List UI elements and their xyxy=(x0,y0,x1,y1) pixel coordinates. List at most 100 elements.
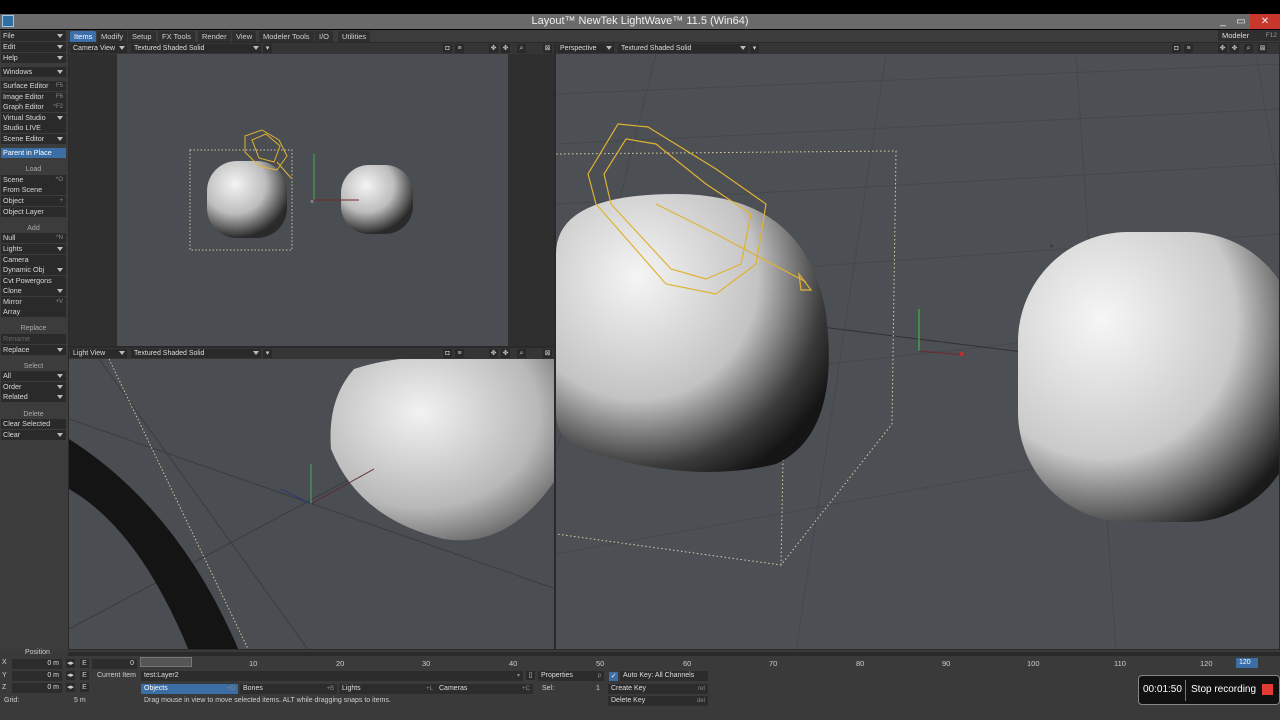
z-position-field[interactable]: 0 m xyxy=(12,683,62,693)
chevron-down-icon[interactable]: ▾ xyxy=(750,44,759,53)
camera-icon[interactable]: ◘ xyxy=(1172,44,1181,53)
keyframe-arrows-icon[interactable]: ◂▸ xyxy=(66,659,75,668)
render-mode-dropdown[interactable]: Textured Shaded Solid xyxy=(618,44,748,53)
lights-filter-button[interactable]: Lights +L xyxy=(339,684,436,694)
cvt-powergons-button[interactable]: Cvt Powergons xyxy=(1,276,66,286)
surface-editor-button[interactable]: Surface Editor F5 xyxy=(1,81,66,91)
current-frame-field[interactable]: 0 xyxy=(92,659,137,669)
keyframe-arrows-icon[interactable]: ◂▸ xyxy=(66,671,75,680)
y-position-field[interactable]: 0 m xyxy=(12,671,62,681)
move-view-icon[interactable]: ✥ xyxy=(489,349,498,358)
x-position-field[interactable]: 0 m xyxy=(12,659,62,669)
rename-button[interactable]: Rename xyxy=(1,334,66,344)
move-view-icon[interactable]: ✥ xyxy=(1218,44,1227,53)
timeline[interactable]: Position 0 10 20 30 40 50 60 70 80 90 10… xyxy=(0,649,1280,670)
graph-editor-button[interactable]: Graph Editor ^F2 xyxy=(1,102,66,112)
bones-filter-button[interactable]: Bones +B xyxy=(240,684,337,694)
load-object-button[interactable]: Object + xyxy=(1,196,66,206)
tab-fx-tools[interactable]: FX Tools xyxy=(158,31,196,42)
chevron-down-icon[interactable]: ▾ xyxy=(263,44,272,53)
select-all-menu[interactable]: All xyxy=(1,371,66,381)
create-key-button[interactable]: Create Key ret xyxy=(608,684,708,694)
scene-editor-menu[interactable]: Scene Editor xyxy=(1,134,66,144)
maximize-icon[interactable]: ⊠ xyxy=(1258,44,1267,53)
help-menu[interactable]: Help xyxy=(1,53,66,63)
stop-record-icon[interactable] xyxy=(1262,684,1273,695)
select-related-menu[interactable]: Related xyxy=(1,392,66,402)
tab-modify[interactable]: Modify xyxy=(97,31,128,42)
end-frame-field[interactable]: 120 xyxy=(1236,658,1258,668)
mirror-button[interactable]: Mirror +V xyxy=(1,297,66,307)
load-scene-button[interactable]: Scene ^O xyxy=(1,175,66,185)
edit-menu[interactable]: Edit xyxy=(1,42,66,52)
auto-key-dropdown[interactable]: Auto Key: All Channels xyxy=(620,671,708,681)
tab-io[interactable]: I/O xyxy=(315,31,334,42)
list-icon[interactable]: ≡ xyxy=(1184,44,1193,53)
studio-live-button[interactable]: Studio LIVE xyxy=(1,123,66,133)
load-from-scene-button[interactable]: From Scene xyxy=(1,185,66,195)
select-order-menu[interactable]: Order xyxy=(1,382,66,392)
add-null-button[interactable]: Null ^N xyxy=(1,233,66,243)
zoom-icon[interactable]: ⌕ xyxy=(517,349,526,358)
tab-items[interactable]: Items xyxy=(70,31,97,42)
file-menu[interactable]: File xyxy=(1,31,66,41)
add-camera-button[interactable]: Camera xyxy=(1,255,66,265)
rotate-view-icon[interactable]: ✥ xyxy=(501,349,510,358)
windows-menu[interactable]: Windows xyxy=(1,67,66,77)
cameras-filter-button[interactable]: Cameras +C xyxy=(436,684,533,694)
render-mode-dropdown[interactable]: Textured Shaded Solid xyxy=(131,44,261,53)
properties-button[interactable]: Properties p xyxy=(538,671,604,681)
restore-button[interactable]: ▭ xyxy=(1230,14,1252,29)
auto-key-checkbox[interactable]: ✓ xyxy=(609,672,618,681)
timeline-track[interactable] xyxy=(68,652,1280,656)
add-lights-menu[interactable]: Lights xyxy=(1,244,66,254)
view-type-dropdown[interactable]: Perspective xyxy=(557,44,614,53)
chevron-down-icon[interactable]: ▾ xyxy=(263,349,272,358)
load-object-layer-button[interactable]: Object Layer xyxy=(1,207,66,217)
clone-menu[interactable]: Clone xyxy=(1,286,66,296)
move-view-icon[interactable]: ✥ xyxy=(489,44,498,53)
objects-filter-button[interactable]: Objects +O xyxy=(141,684,238,694)
clear-menu[interactable]: Clear xyxy=(1,430,66,440)
modeler-button[interactable]: Modeler F12 xyxy=(1218,30,1280,41)
screen-recorder-overlay[interactable]: 00:01:50 Stop recording xyxy=(1138,675,1280,705)
camera-icon[interactable]: ◘ xyxy=(443,349,452,358)
perspective-viewport[interactable]: Perspective Textured Shaded Solid ▾ ◘ ≡ … xyxy=(555,42,1280,650)
list-icon[interactable]: ≡ xyxy=(455,349,464,358)
tab-utilities[interactable]: Utilities xyxy=(338,31,371,42)
rotate-view-icon[interactable]: ✥ xyxy=(1230,44,1239,53)
timeline-slider-handle[interactable] xyxy=(140,657,192,667)
zoom-icon[interactable]: ⌕ xyxy=(517,44,526,53)
delete-key-button[interactable]: Delete Key del xyxy=(608,696,708,706)
replace-menu[interactable]: Replace xyxy=(1,345,66,355)
rotate-view-icon[interactable]: ✥ xyxy=(501,44,510,53)
camera-icon[interactable]: ◘ xyxy=(443,44,452,53)
e-toggle[interactable]: E xyxy=(80,671,89,680)
array-button[interactable]: Array xyxy=(1,307,66,317)
stop-recording-button[interactable]: Stop recording xyxy=(1191,684,1256,695)
keyframe-arrows-icon[interactable]: ◂▸ xyxy=(66,683,75,692)
image-editor-button[interactable]: Image Editor F6 xyxy=(1,92,66,102)
maximize-icon[interactable]: ⊠ xyxy=(543,349,552,358)
list-icon[interactable]: ≡ xyxy=(455,44,464,53)
parent-in-place-toggle[interactable]: Parent in Place xyxy=(1,148,66,158)
view-type-dropdown[interactable]: Light View xyxy=(70,349,127,358)
light-viewport[interactable]: Light View Textured Shaded Solid ▾ ◘ ≡ ✥… xyxy=(68,347,555,650)
clear-selected-button[interactable]: Clear Selected xyxy=(1,419,66,429)
current-item-dropdown[interactable]: test:Layer2 ▾ xyxy=(141,671,523,681)
lock-icon[interactable]: ▯ xyxy=(526,671,535,680)
dynamic-obj-menu[interactable]: Dynamic Obj xyxy=(1,265,66,275)
tab-modeler-tools[interactable]: Modeler Tools xyxy=(259,31,314,42)
tab-setup[interactable]: Setup xyxy=(128,31,156,42)
zoom-icon[interactable]: ⌕ xyxy=(1244,44,1253,53)
tab-render[interactable]: Render xyxy=(198,31,231,42)
render-mode-dropdown[interactable]: Textured Shaded Solid xyxy=(131,349,261,358)
e-toggle[interactable]: E xyxy=(80,659,89,668)
e-toggle[interactable]: E xyxy=(80,683,89,692)
camera-viewport[interactable]: Camera View Textured Shaded Solid ▾ ◘ ≡ … xyxy=(68,42,555,347)
tab-view[interactable]: View xyxy=(232,31,257,42)
close-button[interactable]: ✕ xyxy=(1250,14,1280,29)
virtual-studio-menu[interactable]: Virtual Studio xyxy=(1,113,66,123)
maximize-icon[interactable]: ⊠ xyxy=(543,44,552,53)
view-type-dropdown[interactable]: Camera View xyxy=(70,44,127,53)
